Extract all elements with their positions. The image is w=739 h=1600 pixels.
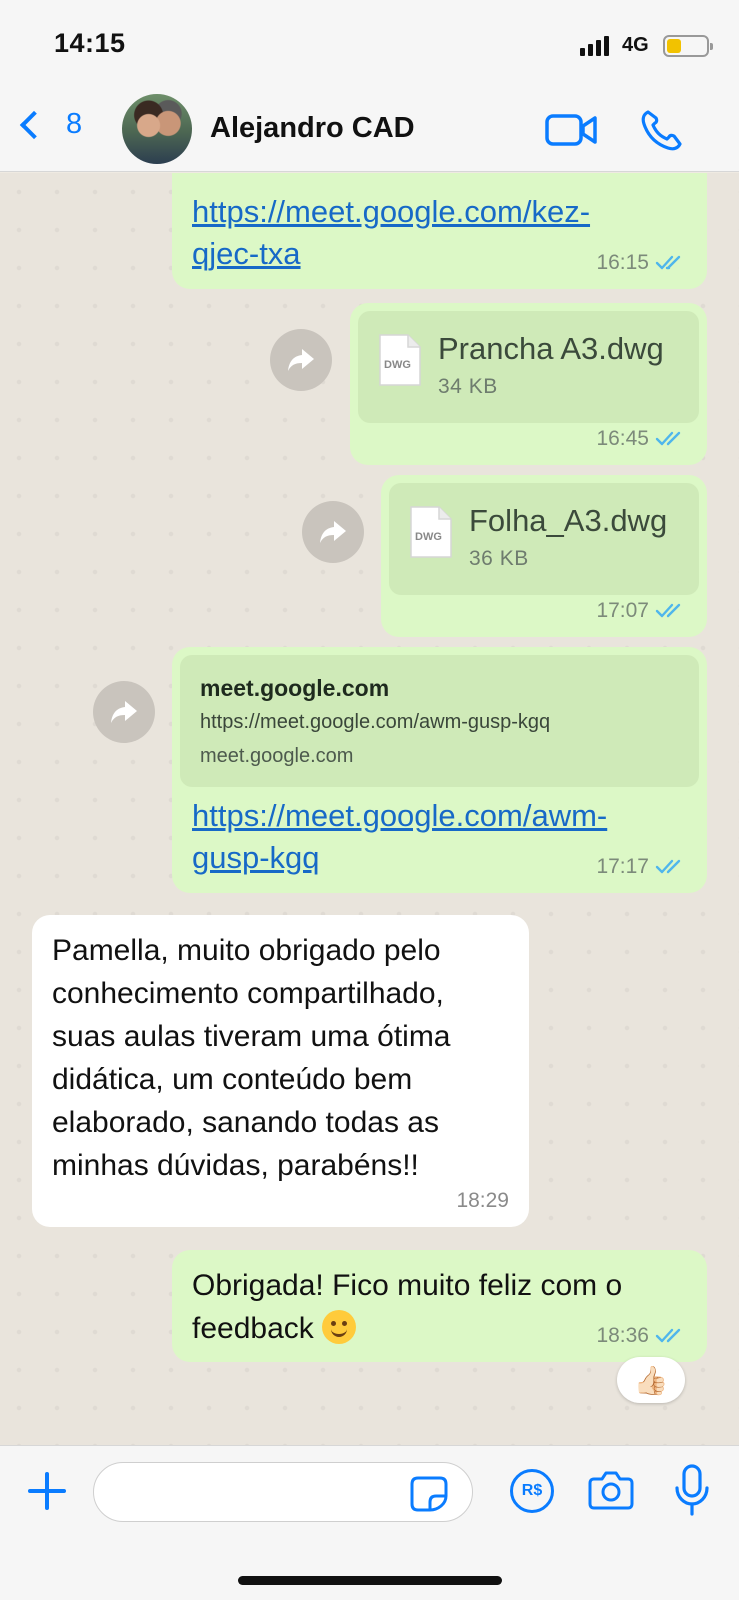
- preview-title: meet.google.com: [200, 675, 390, 701]
- message-line: conhecimento compartilhado,: [52, 977, 444, 1010]
- forward-button[interactable]: [93, 681, 155, 743]
- file-type-badge: DWG: [384, 359, 411, 371]
- forward-button[interactable]: [302, 501, 364, 563]
- message-time: 18:29: [456, 1189, 509, 1212]
- microphone-icon[interactable]: [674, 1464, 710, 1516]
- message-link[interactable]: https://meet.google.com/kez- qjec-txa: [192, 191, 590, 275]
- read-ticks-icon: [655, 859, 681, 874]
- chat-messages[interactable]: https://meet.google.com/kez- qjec-txa 16…: [0, 173, 739, 1445]
- read-ticks-icon: [655, 603, 681, 618]
- smiling-face-emoji-icon: [322, 1310, 357, 1344]
- message-time: 17:17: [596, 855, 649, 878]
- network-type: 4G: [622, 34, 649, 56]
- message-link[interactable]: https://meet.google.com/awm- gusp-kgq: [192, 795, 607, 879]
- message-outgoing-text[interactable]: Obrigada! Fico muito feliz com o feedbac…: [172, 1250, 707, 1362]
- thumbs-up-reaction[interactable]: 👍🏻: [617, 1357, 685, 1403]
- message-text: Pamella, muito obrigado pelo conheciment…: [52, 929, 451, 1187]
- message-time: 17:07: [596, 599, 649, 622]
- message-line: suas aulas tiveram uma ótima: [52, 1020, 451, 1053]
- message-line: minhas dúvidas, parabéns!!: [52, 1149, 419, 1182]
- video-call-icon[interactable]: [545, 112, 597, 148]
- message-time: 18:36: [596, 1324, 649, 1347]
- link-text-line1: https://meet.google.com/awm-: [192, 798, 608, 833]
- forward-icon: [111, 701, 137, 723]
- message-line: Obrigada! Fico muito feliz com o: [192, 1269, 623, 1302]
- message-outgoing-link-preview[interactable]: meet.google.com https://meet.google.com/…: [172, 647, 707, 893]
- message-meta: 17:07: [596, 599, 687, 623]
- message-time: 16:15: [596, 251, 649, 274]
- preview-url: https://meet.google.com/awm-gusp-kgq: [200, 711, 551, 733]
- message-line: elaborado, sanando todas as: [52, 1106, 439, 1139]
- camera-icon[interactable]: [588, 1470, 634, 1510]
- status-time: 14:15: [54, 28, 126, 58]
- message-input-bar: R$: [0, 1445, 739, 1600]
- message-incoming-text[interactable]: Pamella, muito obrigado pelo conheciment…: [32, 915, 529, 1227]
- file-size: 36 KB: [469, 547, 529, 570]
- link-text-line2: gusp-kgq: [192, 840, 320, 875]
- preview-domain: meet.google.com: [200, 745, 354, 767]
- payment-button[interactable]: R$: [510, 1469, 554, 1513]
- unread-count: 8: [66, 108, 83, 140]
- file-type-badge: DWG: [415, 531, 442, 543]
- message-line: feedback: [192, 1312, 314, 1345]
- phone-call-icon[interactable]: [638, 108, 684, 154]
- contact-name[interactable]: Alejandro CAD: [210, 112, 415, 145]
- read-ticks-icon: [655, 431, 681, 446]
- message-outgoing-file[interactable]: DWG Folha_A3.dwg 36 KB 17:07: [381, 475, 707, 637]
- forward-icon: [320, 521, 346, 543]
- file-attachment[interactable]: DWG Prancha A3.dwg 34 KB: [358, 311, 699, 423]
- cellular-signal-icon: [580, 36, 609, 56]
- status-bar: 14:15 4G: [0, 0, 739, 90]
- message-meta: 18:29: [456, 1189, 509, 1213]
- file-name: Prancha A3.dwg: [438, 331, 664, 366]
- message-outgoing-link[interactable]: https://meet.google.com/kez- qjec-txa 16…: [172, 173, 707, 289]
- link-text-line2: qjec-txa: [192, 236, 301, 271]
- message-meta: 17:17: [596, 855, 687, 879]
- message-meta: 18:36: [596, 1324, 687, 1348]
- message-text: Obrigada! Fico muito feliz com o feedbac…: [192, 1264, 622, 1350]
- message-outgoing-file[interactable]: DWG Prancha A3.dwg 34 KB 16:45: [350, 303, 707, 465]
- home-indicator: [238, 1576, 502, 1585]
- link-text-line1: https://meet.google.com/kez-: [192, 194, 591, 229]
- back-button[interactable]: 8: [16, 108, 82, 141]
- chat-header: 8 Alejandro CAD: [0, 90, 739, 172]
- file-size: 34 KB: [438, 375, 498, 398]
- avatar[interactable]: [122, 94, 192, 164]
- chevron-left-icon: [19, 110, 49, 139]
- battery-icon: [663, 35, 713, 57]
- read-ticks-icon: [655, 1328, 681, 1343]
- message-line: didática, um conteúdo bem: [52, 1063, 413, 1096]
- forward-icon: [288, 349, 314, 371]
- message-time: 16:45: [596, 427, 649, 450]
- plus-icon[interactable]: [26, 1470, 68, 1512]
- message-meta: 16:45: [596, 427, 687, 451]
- sticker-icon[interactable]: [410, 1476, 448, 1512]
- message-meta: 16:15: [596, 251, 687, 275]
- file-name: Folha_A3.dwg: [469, 503, 668, 538]
- read-ticks-icon: [655, 255, 681, 270]
- message-line: Pamella, muito obrigado pelo: [52, 934, 441, 967]
- forward-button[interactable]: [270, 329, 332, 391]
- file-attachment[interactable]: DWG Folha_A3.dwg 36 KB: [389, 483, 699, 595]
- link-preview-card[interactable]: meet.google.com https://meet.google.com/…: [180, 655, 699, 787]
